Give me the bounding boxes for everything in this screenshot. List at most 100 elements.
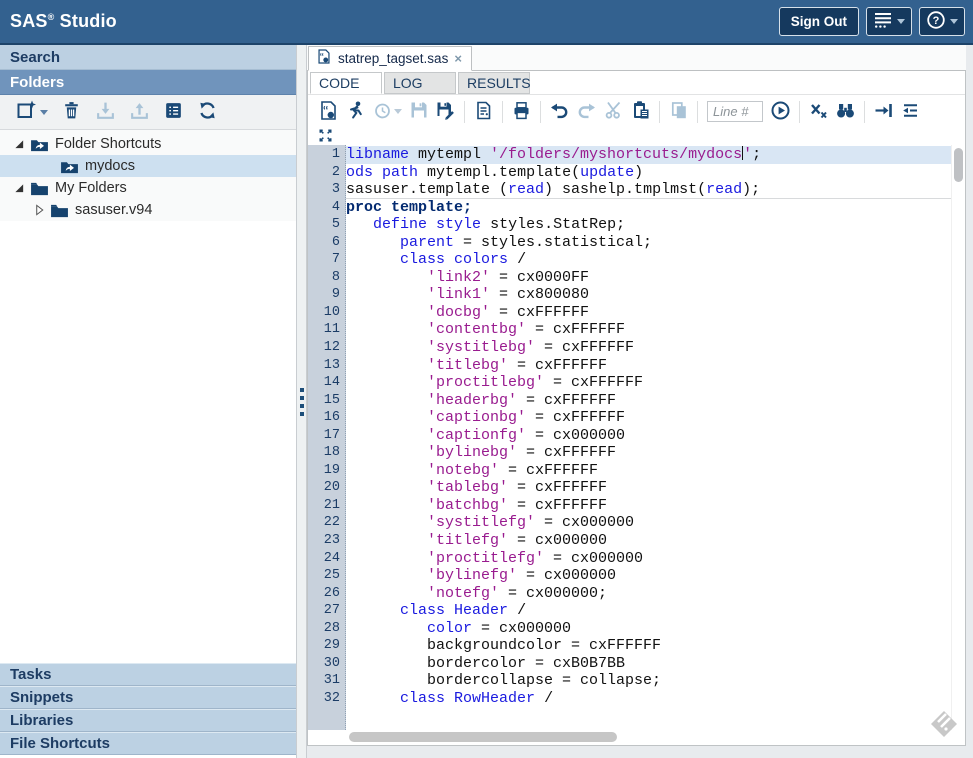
- code-line[interactable]: 'link1' = cx800080: [346, 286, 951, 304]
- code-line[interactable]: proc template;: [346, 199, 951, 217]
- help-button[interactable]: ?: [919, 7, 965, 36]
- shortcut-folder-icon: [30, 137, 49, 152]
- code-lines[interactable]: libname mytempl '/folders/myshortcuts/my…: [346, 145, 951, 730]
- delete-icon: [61, 100, 82, 124]
- tab-statrep-tagset[interactable]: statrep_tagset.sas ×: [308, 46, 472, 71]
- program-summary-icon: [473, 100, 494, 124]
- vertical-scrollbar-thumb[interactable]: [954, 148, 963, 182]
- tree-item-folder-shortcuts[interactable]: Folder Shortcuts: [0, 133, 296, 155]
- line-number: 1: [308, 146, 345, 164]
- code-line[interactable]: ods path mytempl.template(update): [346, 164, 951, 182]
- properties-icon: [163, 100, 184, 124]
- section-file-shortcuts[interactable]: File Shortcuts: [0, 732, 296, 755]
- program-summary-button[interactable]: [470, 98, 497, 125]
- tab-title: statrep_tagset.sas: [338, 51, 448, 66]
- code-line[interactable]: define style styles.StatRep;: [346, 216, 951, 234]
- tab-log[interactable]: LOG: [384, 72, 456, 94]
- collapse-expander-icon[interactable]: [14, 183, 26, 194]
- code-line[interactable]: 'systitlefg' = cx000000: [346, 514, 951, 532]
- vertical-scrollbar[interactable]: [951, 145, 965, 730]
- save-as-icon: [435, 100, 456, 124]
- expand-expander-icon[interactable]: [34, 204, 46, 216]
- run-button[interactable]: [342, 98, 369, 125]
- print-button[interactable]: [508, 98, 535, 125]
- section-snippets[interactable]: Snippets: [0, 686, 296, 709]
- upload-button[interactable]: [124, 98, 154, 126]
- tree-item-my-folders[interactable]: My Folders: [0, 177, 296, 199]
- tree-item-sasuser-v94[interactable]: sasuser.v94: [0, 199, 296, 221]
- submission-history-icon: [373, 101, 392, 123]
- code-line[interactable]: 'captionfg' = cx000000: [346, 427, 951, 445]
- find-button[interactable]: [832, 98, 859, 125]
- save-button[interactable]: [405, 98, 432, 125]
- code-line[interactable]: 'notebg' = cxFFFFFF: [346, 462, 951, 480]
- save-as-button[interactable]: [432, 98, 459, 125]
- code-line[interactable]: 'bylinefg' = cx000000: [346, 567, 951, 585]
- line-number: 19: [308, 462, 345, 480]
- download-button[interactable]: [90, 98, 120, 126]
- section-tasks[interactable]: Tasks: [0, 663, 296, 686]
- properties-button[interactable]: [158, 98, 188, 126]
- submission-history-button[interactable]: [369, 98, 405, 125]
- code-line[interactable]: sasuser.template (read) sashelp.tmplmst(…: [346, 181, 951, 199]
- code-line[interactable]: 'link2' = cx0000FF: [346, 269, 951, 287]
- goto-line-button[interactable]: [767, 98, 794, 125]
- expand-editor-button[interactable]: [317, 129, 333, 145]
- paste-button[interactable]: [627, 98, 654, 125]
- goto-line-input[interactable]: [707, 101, 763, 122]
- undo-button[interactable]: [546, 98, 573, 125]
- new-item-button[interactable]: [12, 98, 52, 126]
- code-line[interactable]: bordercollapse = collapse;: [346, 672, 951, 690]
- cut-button[interactable]: [600, 98, 627, 125]
- line-number: 7: [308, 251, 345, 269]
- section-libraries[interactable]: Libraries: [0, 709, 296, 732]
- redo-button[interactable]: [573, 98, 600, 125]
- code-line[interactable]: 'notefg' = cx000000;: [346, 585, 951, 603]
- new-program-button[interactable]: [315, 98, 342, 125]
- code-line[interactable]: bordercolor = cxB0B7BB: [346, 655, 951, 673]
- close-icon[interactable]: ×: [454, 52, 462, 65]
- chevron-down-icon: [394, 109, 402, 114]
- delete-button[interactable]: [56, 98, 86, 126]
- code-line[interactable]: libname mytempl '/folders/myshortcuts/my…: [346, 146, 951, 164]
- folders-tree: Folder Shortcuts mydocs My F: [0, 130, 296, 221]
- code-line[interactable]: class Header /: [346, 602, 951, 620]
- horizontal-scrollbar-thumb[interactable]: [349, 732, 617, 742]
- tab-results[interactable]: RESULTS: [458, 72, 530, 94]
- collapse-expander-icon[interactable]: [14, 139, 26, 150]
- line-number: 17: [308, 427, 345, 445]
- search-section-header[interactable]: Search: [0, 45, 296, 70]
- indent-button[interactable]: [870, 98, 897, 125]
- sign-out-button[interactable]: Sign Out: [779, 7, 859, 36]
- folders-section-header[interactable]: Folders: [0, 70, 296, 95]
- tab-code[interactable]: CODE: [310, 72, 382, 94]
- code-line[interactable]: backgroundcolor = cxFFFFFF: [346, 637, 951, 655]
- code-line[interactable]: class colors /: [346, 251, 951, 269]
- code-line[interactable]: 'bylinebg' = cxFFFFFF: [346, 444, 951, 462]
- code-line[interactable]: 'titlefg' = cx000000: [346, 532, 951, 550]
- code-line[interactable]: 'headerbg' = cxFFFFFF: [346, 392, 951, 410]
- code-line[interactable]: 'proctitlefg' = cx000000: [346, 550, 951, 568]
- paste-icon: [631, 100, 651, 123]
- code-line[interactable]: 'contentbg' = cxFFFFFF: [346, 321, 951, 339]
- resize-grip-icon[interactable]: [929, 709, 959, 739]
- copy-button[interactable]: [665, 98, 692, 125]
- format-code-button[interactable]: [897, 98, 924, 125]
- pane-splitter[interactable]: [297, 45, 307, 758]
- code-line[interactable]: 'batchbg' = cxFFFFFF: [346, 497, 951, 515]
- tree-item-mydocs[interactable]: mydocs: [0, 155, 296, 177]
- clear-code-button[interactable]: [805, 98, 832, 125]
- code-line[interactable]: parent = styles.statistical;: [346, 234, 951, 252]
- refresh-button[interactable]: [192, 98, 222, 126]
- horizontal-scrollbar[interactable]: [308, 730, 965, 745]
- code-line[interactable]: 'docbg' = cxFFFFFF: [346, 304, 951, 322]
- code-line[interactable]: 'systitlebg' = cxFFFFFF: [346, 339, 951, 357]
- code-line[interactable]: class RowHeader /: [346, 690, 951, 708]
- code-line[interactable]: 'proctitlebg' = cxFFFFFF: [346, 374, 951, 392]
- app-menu-button[interactable]: [866, 7, 912, 36]
- code-line[interactable]: 'captionbg' = cxFFFFFF: [346, 409, 951, 427]
- code-line[interactable]: 'tablebg' = cxFFFFFF: [346, 479, 951, 497]
- code-line[interactable]: color = cx000000: [346, 620, 951, 638]
- code-line[interactable]: 'titlebg' = cxFFFFFF: [346, 357, 951, 375]
- new-item-icon: [16, 100, 37, 124]
